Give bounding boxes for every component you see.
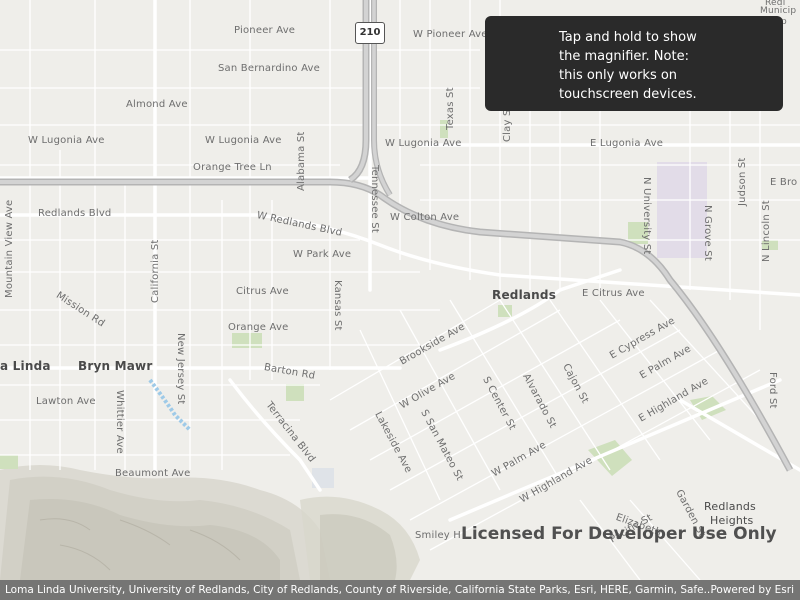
powered-by-link[interactable]: Powered by Esri xyxy=(710,580,794,600)
place-label-airport: Municip xyxy=(760,6,797,16)
street-label: W Pioneer Ave xyxy=(413,29,488,40)
street-label: Almond Ave xyxy=(126,99,188,110)
street-label: San Bernardino Ave xyxy=(218,63,321,74)
street-label: Orange Tree Ln xyxy=(193,162,272,173)
university-area xyxy=(657,162,707,258)
street-label: Beaumont Ave xyxy=(115,468,191,479)
street-label: Pioneer Ave xyxy=(234,25,296,36)
instruction-callout: Tap and hold to show the magnifier. Note… xyxy=(485,16,783,111)
place-label-redlands: Redlands xyxy=(492,288,557,302)
street-label: Smiley H xyxy=(415,530,462,541)
street-label: Citrus Ave xyxy=(236,286,289,297)
highway-shield: 210 xyxy=(355,22,385,44)
street-label: Alabama St xyxy=(296,131,307,191)
street-label: E Bro xyxy=(770,177,798,188)
street-label: Kansas St xyxy=(332,280,343,331)
street-label: N University St xyxy=(641,177,652,255)
street-label: Whittier Ave xyxy=(114,390,125,454)
street-label: N Grove St xyxy=(702,205,713,261)
street-label: E Citrus Ave xyxy=(582,288,645,299)
street-label: Lawton Ave xyxy=(36,396,96,407)
street-label: Mountain View Ave xyxy=(4,199,15,298)
street-label: Ford St xyxy=(767,372,778,409)
street-label: Redlands Blvd xyxy=(38,208,112,219)
street-label: W Park Ave xyxy=(293,249,352,260)
street-label: W Lugonia Ave xyxy=(205,135,282,146)
place-label-redlands-heights: Redlands xyxy=(704,500,756,513)
callout-line: the magnifier. Note: xyxy=(559,49,689,64)
callout-line: touchscreen devices. xyxy=(559,87,697,102)
attribution-text[interactable]: Loma Linda University, University of Red… xyxy=(5,580,714,600)
street-label: New Jersey St xyxy=(175,333,186,405)
street-label: California St xyxy=(150,239,161,303)
street-label: Tennessee St xyxy=(369,165,380,233)
street-label: E Lugonia Ave xyxy=(590,138,664,149)
street-label: Orange Ave xyxy=(228,322,289,333)
street-label: W Lugonia Ave xyxy=(28,135,105,146)
callout-line: this only works on xyxy=(559,68,678,83)
street-label: Texas St xyxy=(445,87,456,130)
street-label: Judson St xyxy=(737,157,748,206)
street-label: W Lugonia Ave xyxy=(385,138,462,149)
place-label-bryn-mawr: Bryn Mawr xyxy=(78,359,153,373)
place-label-loma-linda: a Linda xyxy=(0,359,51,373)
callout-line: Tap and hold to show xyxy=(559,30,697,45)
license-watermark: Licensed For Developer Use Only xyxy=(461,524,777,544)
attribution-bar: Loma Linda University, University of Red… xyxy=(0,580,800,600)
street-label: W Colton Ave xyxy=(390,212,460,223)
street-label: N Lincoln St xyxy=(761,200,772,262)
